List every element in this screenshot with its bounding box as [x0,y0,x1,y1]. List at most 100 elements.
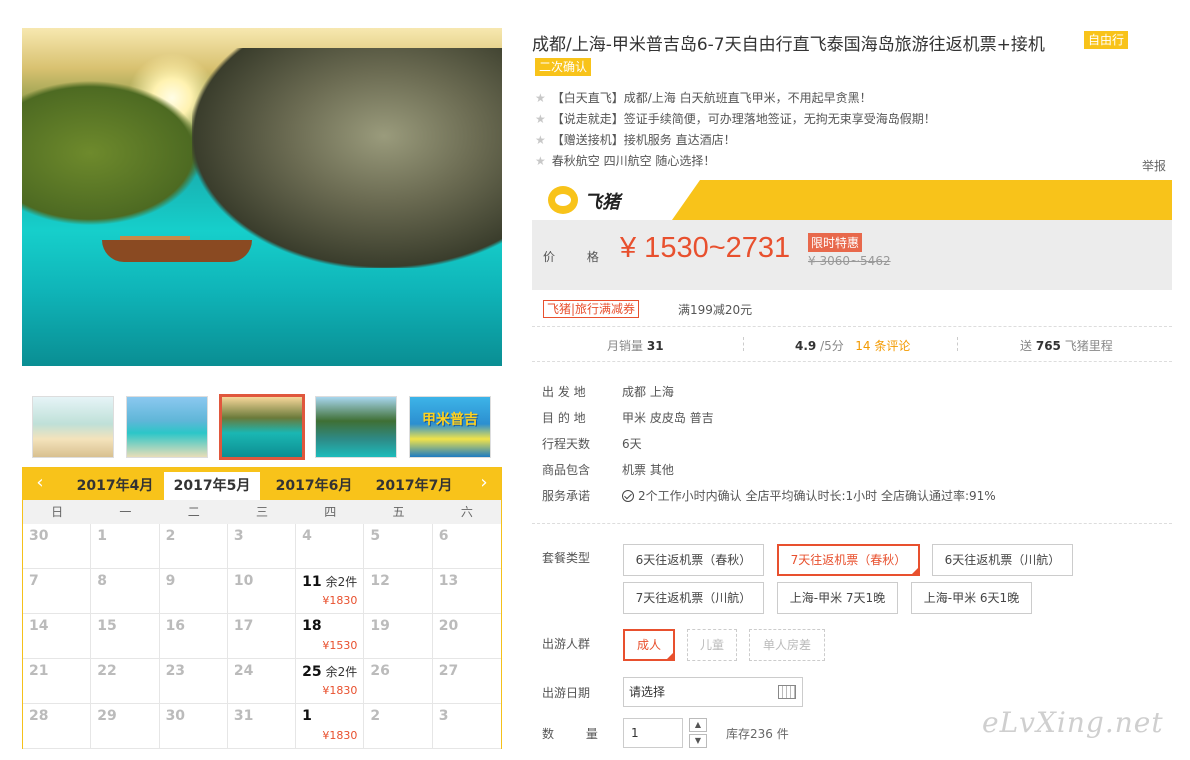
thumbnail-2[interactable] [126,396,208,458]
package-type-label: 套餐类型 [542,551,591,565]
thumbnail-5-text: 甲米普吉 [422,412,478,428]
day-number: 23 [165,663,186,679]
weekday-label: 五 [392,505,405,519]
day-number: 17 [233,618,254,634]
weekday-label: 四 [324,505,337,519]
limited-offer-badge: 限时特惠 [808,233,863,252]
brand-stripe [672,180,1172,220]
service-promise-text: 2个工作小时内确认 全店平均确认时长:1小时 全店确认通过率:91% [638,489,996,503]
calendar-day: 2 [159,524,228,569]
site-watermark: eLvXing.net [982,706,1164,739]
day-number: 3 [233,528,244,544]
calendar-day: 26 [364,659,433,704]
package-option[interactable]: 上海-甲米 6天1晚 [911,582,1032,614]
day-number: 5 [370,528,381,544]
divider [532,523,1172,524]
star-icon: ★ [535,154,546,168]
day-number: 11 余2件 [302,574,358,590]
day-price: ¥1830 [322,729,358,742]
miles-suffix: 飞猪里程 [1064,339,1113,353]
month-tab[interactable]: 2017年7月 [366,472,462,500]
calendar-day: 12 [364,569,433,614]
weekday-label: 日 [51,505,64,519]
remaining-count: 余2件 [325,665,358,679]
day-number: 16 [165,618,186,634]
weekday-label: 二 [187,505,200,519]
weekday-row: 日 一 二 三 四 五 六 [23,500,501,524]
service-promise: 2个工作小时内确认 全店平均确认时长:1小时 全店确认通过率:91% [622,487,996,504]
info-label: 目 的 地 [542,411,586,425]
next-month-arrow-icon[interactable]: › [469,472,499,496]
calendar-day: 15 [91,614,160,659]
day-number: 9 [165,573,176,589]
day-number: 20 [438,618,459,634]
calendar-day: 8 [91,569,160,614]
calendar-day: 13 [432,569,501,614]
divider [743,337,744,351]
reviews-link[interactable]: 14 条评论 [855,339,910,353]
group-option-child[interactable]: 儿童 [687,629,737,661]
package-option[interactable]: 6天往返机票（春秋） [623,544,764,576]
day-number: 1 [97,528,108,544]
calendar-day-available[interactable]: 25 余2件 ¥1830 [296,659,365,704]
thumbnail-3-selected[interactable] [219,394,305,460]
calendar-day: 4 [296,524,365,569]
calendar-grid: 30 1 2 3 4 5 6 7 8 9 10 11 余2件 ¥1830 12 13 14 15 16 17 18 ¥15… [23,524,501,749]
star-icon: ★ [535,91,546,105]
feature-text: 【白天直飞】成都/上海 白天航班直飞甲米，不用起早贪黑！ [551,91,872,105]
calendar-day: 16 [159,614,228,659]
day-number: 28 [29,708,49,724]
month-tab[interactable]: 2017年6月 [266,472,362,500]
weekday-label: 一 [119,505,132,519]
star-icon: ★ [535,112,546,126]
departure-calendar: ‹ 2017年4月 2017年5月 2017年6月 2017年7月 › 日 一 … [22,467,502,749]
decrement-arrow-icon[interactable]: ▼ [689,734,707,748]
feature-text: 【赠送接机】接机服务 直达酒店！ [551,133,736,147]
calendar-day: 24 [227,659,297,704]
calendar-day-available[interactable]: 11 余2件 ¥1830 [296,569,365,614]
calendar-icon[interactable] [778,685,796,699]
package-option[interactable]: 7天往返机票（川航） [623,582,764,614]
increment-arrow-icon[interactable]: ▲ [689,718,707,732]
prev-month-arrow-icon[interactable]: ‹ [25,472,55,496]
calendar-day: 1 [91,524,160,569]
month-tab[interactable]: 2017年4月 [67,472,163,500]
month-tab-active[interactable]: 2017年5月 [164,472,260,500]
feature-item: ★ 春秋航空 四川航空 随心选择！ [535,152,715,169]
free-travel-badge: 自由行 [1084,31,1129,49]
rating: 4.9 /5分 14 条评论 [795,337,910,354]
group-option-adult[interactable]: 成人 [623,629,675,661]
divider [532,326,1172,327]
price-value: ¥ 1530~2731 [620,232,791,264]
quantity-input[interactable]: 1 [623,718,683,748]
thumbnail-4[interactable] [315,396,397,458]
day-number: 26 [370,663,390,679]
sales-label: 月销量 [607,339,644,353]
travel-date-input[interactable]: 请选择 [623,677,803,707]
calendar-day: 3 [227,524,297,569]
day-number: 14 [29,618,49,634]
calendar-day-available[interactable]: 1 ¥1830 [296,704,365,749]
main-product-photo [22,28,502,366]
report-link[interactable]: 举报 [1142,157,1166,174]
calendar-day: 3 [432,704,501,749]
calendar-header: ‹ 2017年4月 2017年5月 2017年6月 2017年7月 › [23,468,501,500]
thumbnail-1[interactable] [32,396,114,458]
day-number: 13 [438,573,459,589]
monthly-sales: 月销量 31 [607,337,664,354]
thumbnail-5[interactable]: 甲米普吉 [409,396,491,458]
group-option-single-room[interactable]: 单人房差 [749,629,825,661]
day-number: 7 [29,573,39,589]
miles-prefix: 送 [1020,339,1033,353]
day-number: 24 [233,663,254,679]
package-option-selected[interactable]: 7天往返机票（春秋） [777,544,920,576]
coupon-badge[interactable]: 飞猪|旅行满减券 [543,300,640,318]
package-option[interactable]: 6天往返机票（川航） [932,544,1073,576]
package-option[interactable]: 上海-甲米 7天1晚 [777,582,898,614]
calendar-day-available[interactable]: 18 ¥1530 [296,614,365,659]
calendar-day: 30 [23,524,92,569]
info-label: 出 发 地 [542,385,586,399]
calendar-day: 10 [227,569,297,614]
day-number: 2 [370,708,381,724]
package-includes: 机票 其他 [622,463,674,477]
